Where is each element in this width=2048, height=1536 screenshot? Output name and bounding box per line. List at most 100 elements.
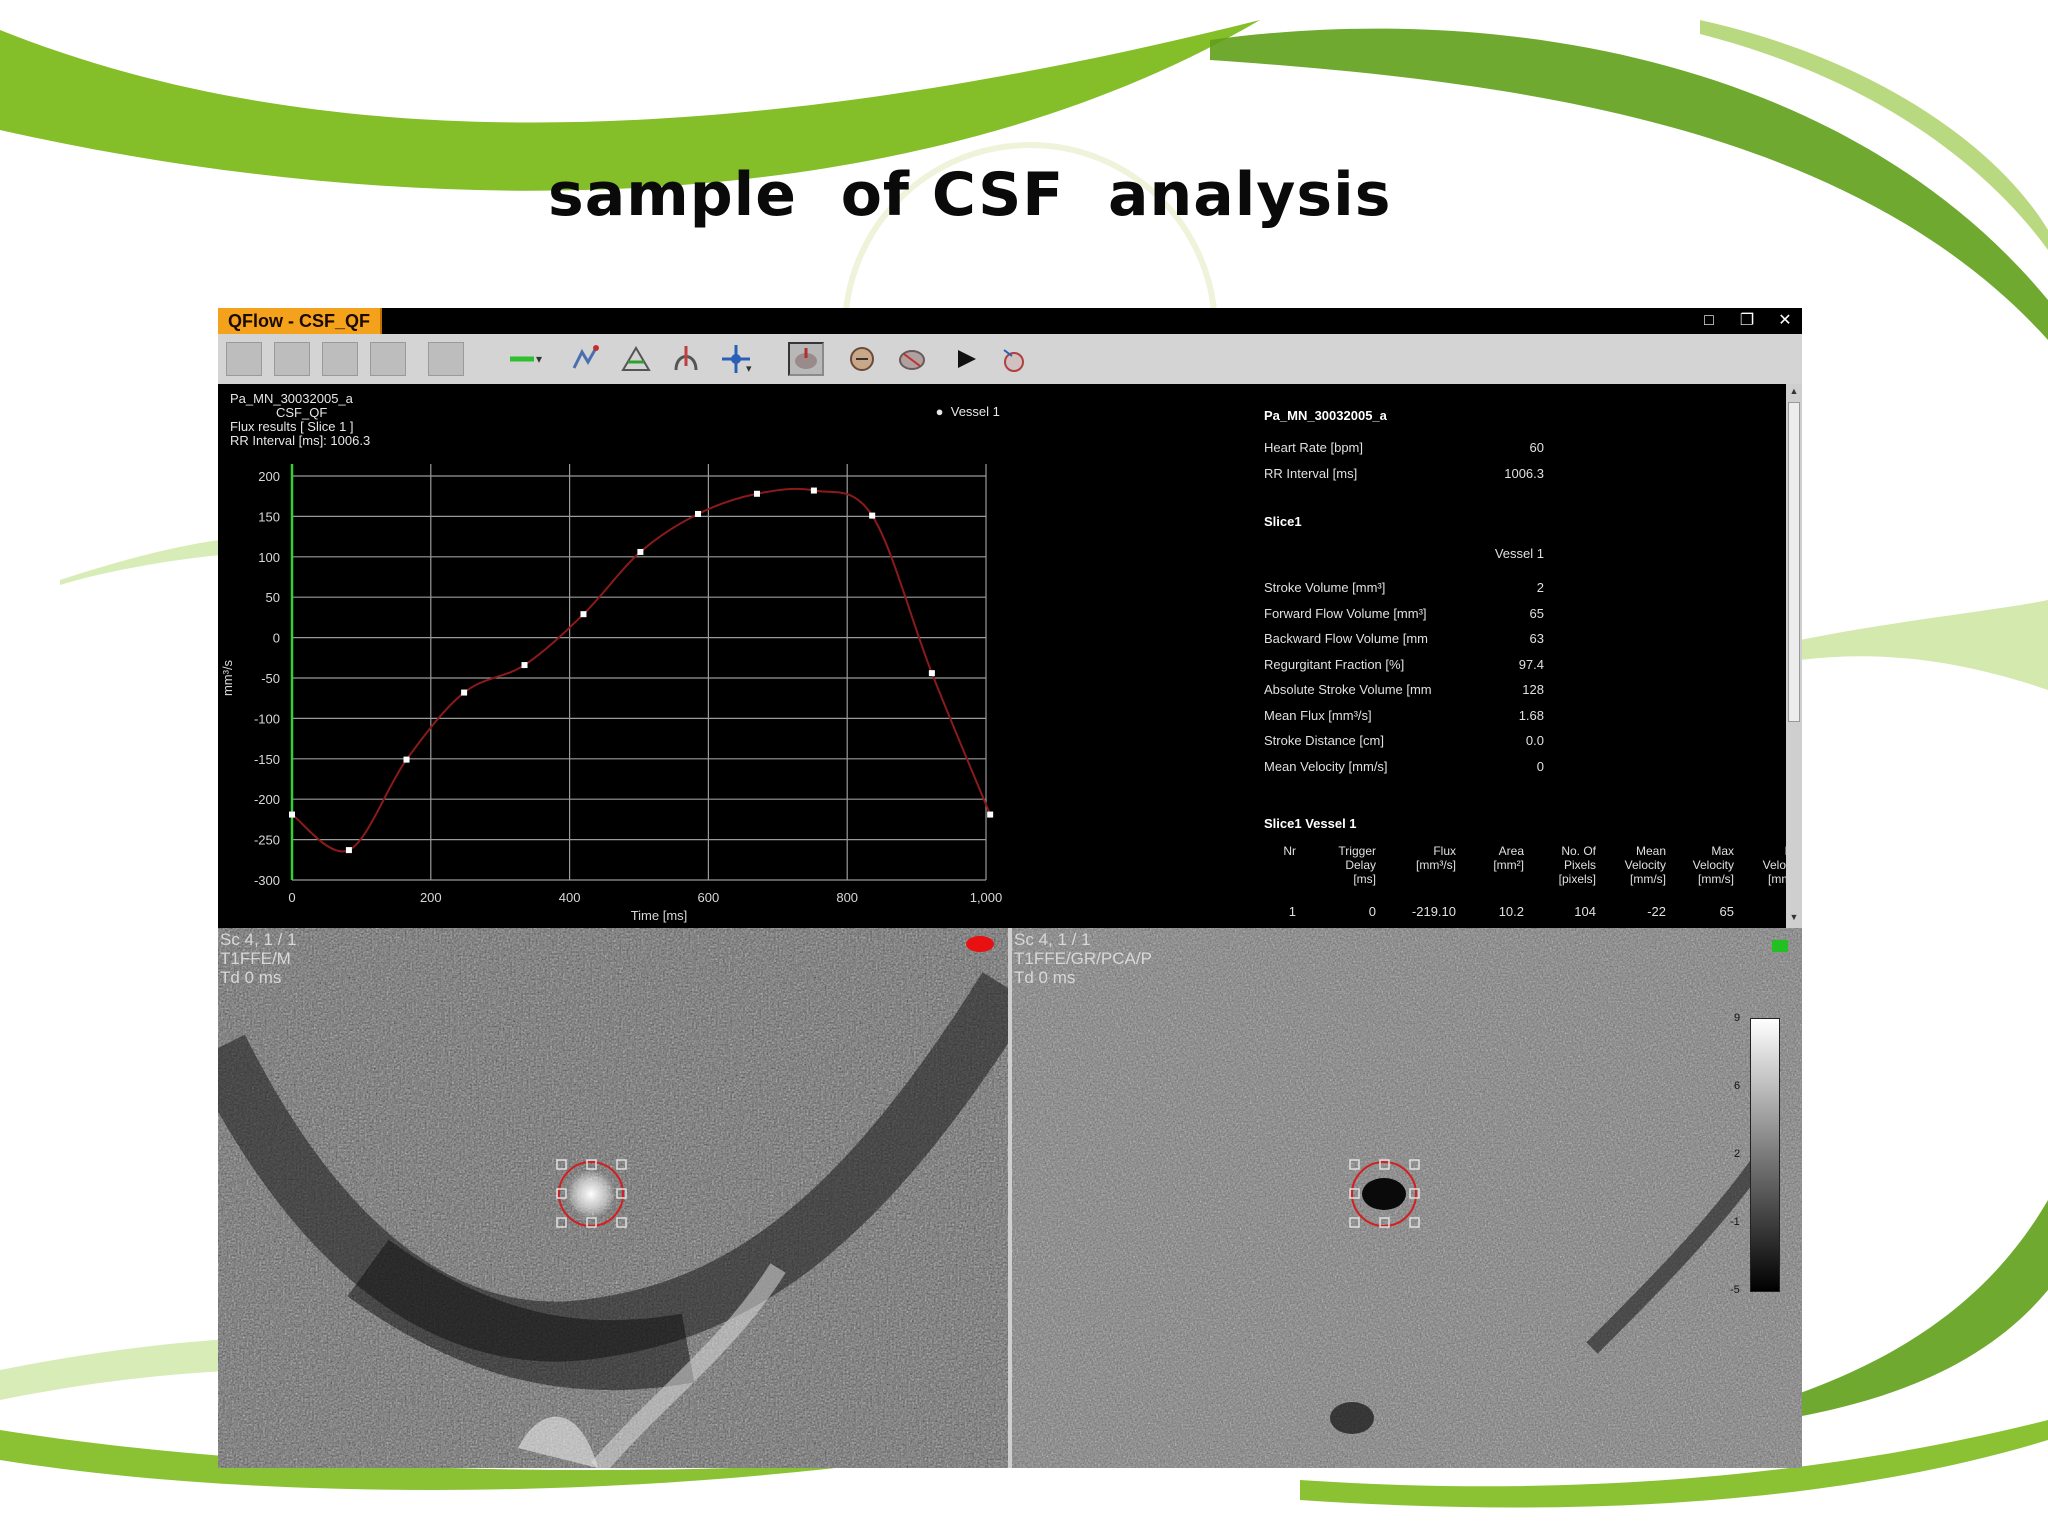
window-titlebar: QFlow - CSF_QF □ ❐ ✕ — [218, 308, 1802, 334]
scroll-down-icon[interactable]: ▼ — [1788, 912, 1800, 924]
table-header: Trigger — [1338, 844, 1376, 858]
y-tick-label: 150 — [258, 509, 280, 524]
right-image-series: Sc 4, 1 / 1 — [1014, 930, 1091, 949]
slice-heading: Slice1 — [1264, 514, 1302, 529]
result-label: Stroke Distance [cm] — [1264, 733, 1384, 748]
result-label: Forward Flow Volume [mm³] — [1264, 605, 1427, 621]
result-value: 0 — [1536, 758, 1544, 774]
result-value: 128 — [1522, 682, 1544, 697]
heart-rate-value: 60 — [1529, 440, 1544, 455]
data-point — [810, 487, 817, 494]
data-point — [403, 756, 410, 763]
export-tool-icon[interactable] — [894, 342, 930, 376]
x-tick-label: 200 — [420, 890, 442, 905]
result-value: 0.0 — [1525, 733, 1544, 748]
data-point — [637, 548, 644, 555]
colorbar-tick: 2 — [1734, 1148, 1741, 1160]
line-tool-icon[interactable]: ▾ — [508, 342, 544, 376]
analysis-tool-icon[interactable] — [788, 342, 824, 376]
toolbar-button-1[interactable] — [226, 342, 262, 376]
table-header: Max — [1711, 844, 1734, 858]
data-point — [289, 811, 295, 818]
table-header: Nr — [1283, 844, 1296, 858]
result-value: 63 — [1529, 631, 1544, 646]
phase-image-panel[interactable]: Sc 4, 1 / 1 T1FFE/GR/PCA/P Td 0 ms 9 6 2… — [1012, 928, 1802, 1468]
table-header: [mm/s] — [1698, 872, 1734, 886]
window-title: QFlow - CSF_QF — [218, 308, 382, 334]
left-image-series: Sc 4, 1 / 1 — [220, 930, 297, 949]
result-label: Mean Flux [mm³/s] — [1264, 707, 1372, 723]
toolbar-button-5[interactable] — [428, 342, 464, 376]
propagate-tool-icon[interactable] — [618, 342, 654, 376]
y-tick-label: -50 — [261, 671, 280, 686]
svg-text:▾: ▾ — [536, 352, 542, 366]
colorbar-tick: 6 — [1734, 1080, 1741, 1092]
phase-mri-image — [1012, 928, 1802, 1468]
y-tick-label: -300 — [254, 873, 280, 888]
colorbar-tick: 9 — [1734, 1012, 1741, 1024]
results-panel: Pa_MN_30032005_a Heart Rate [bpm] 60 RR … — [1218, 384, 1802, 928]
result-value: 2 — [1536, 580, 1544, 595]
qflow-window: QFlow - CSF_QF □ ❐ ✕ ▾ ▾ Pa_MN_30032005_… — [218, 308, 1802, 1468]
y-tick-label: -250 — [254, 833, 280, 848]
table-cell: -219.10 — [1411, 904, 1456, 919]
table-header: [mm/s] — [1630, 872, 1666, 886]
y-tick-label: 50 — [266, 590, 280, 605]
data-point — [345, 847, 352, 854]
table-header: Velocity — [1692, 858, 1734, 872]
toolbar-button-2[interactable] — [274, 342, 310, 376]
data-point — [928, 670, 935, 677]
play-icon[interactable] — [948, 342, 984, 376]
result-label: Regurgitant Fraction [%] — [1264, 656, 1405, 672]
colorbar-tick: -5 — [1730, 1284, 1740, 1296]
flux-chart-panel: Pa_MN_30032005_a CSF_QF Flux results [ S… — [218, 384, 1218, 928]
table-header: Velocity — [1624, 858, 1666, 872]
close-icon[interactable]: ✕ — [1774, 310, 1796, 332]
results-scrollbar[interactable]: ▲ ▼ — [1786, 384, 1802, 928]
y-tick-label: -200 — [254, 792, 280, 807]
y-axis-label: mm³/s — [220, 659, 235, 696]
x-tick-label: 1,000 — [970, 890, 1003, 905]
magnitude-image-panel[interactable]: Sc 4, 1 / 1 T1FFE/M Td 0 ms — [218, 928, 1008, 1468]
heart-rate-label: Heart Rate [bpm] — [1264, 440, 1363, 455]
result-label: Stroke Volume [mm³] — [1264, 580, 1386, 595]
minimize-icon[interactable]: □ — [1698, 310, 1720, 332]
vessel-heading: Vessel 1 — [1494, 546, 1544, 561]
move-tool-icon[interactable]: ▾ — [718, 342, 754, 376]
table-header: No. Of — [1561, 844, 1596, 858]
result-value: 1.68 — [1518, 707, 1544, 723]
table-header: [mm²] — [1493, 858, 1524, 872]
toolbar-button-3[interactable] — [322, 342, 358, 376]
data-point — [580, 611, 587, 618]
data-point — [869, 512, 876, 519]
contour-tool-icon[interactable] — [568, 342, 604, 376]
x-tick-label: 600 — [698, 890, 720, 905]
statistics-tool-icon[interactable] — [844, 342, 880, 376]
y-tick-label: -150 — [254, 752, 280, 767]
y-tick-label: -100 — [254, 711, 280, 726]
slide-title: sample of CSF analysis — [548, 160, 1392, 230]
y-tick-label: 0 — [273, 631, 280, 646]
velocity-colorbar — [1750, 1018, 1780, 1292]
x-tick-label: 0 — [288, 890, 295, 905]
colorbar-tick: -1 — [1730, 1216, 1740, 1228]
table-cell: 104 — [1574, 904, 1596, 919]
right-image-marker — [1772, 940, 1788, 952]
result-label: Backward Flow Volume [mm — [1264, 631, 1428, 646]
cine-tool-icon[interactable] — [996, 342, 1032, 376]
svg-text:▾: ▾ — [746, 363, 752, 375]
series-line — [291, 487, 992, 853]
scroll-thumb[interactable] — [1788, 402, 1800, 722]
table-header: Delay — [1345, 858, 1376, 872]
edit-contour-icon[interactable] — [668, 342, 704, 376]
left-image-sequence: T1FFE/M — [220, 949, 291, 968]
rr-interval-label: RR Interval [ms] — [1264, 466, 1358, 481]
magnitude-mri-image — [218, 928, 1008, 1468]
left-image-marker — [966, 936, 994, 952]
table-header: [pixels] — [1558, 872, 1596, 886]
scroll-up-icon[interactable]: ▲ — [1788, 386, 1800, 398]
toolbar-button-4[interactable] — [370, 342, 406, 376]
restore-icon[interactable]: ❐ — [1736, 310, 1758, 332]
toolbar: ▾ ▾ — [218, 334, 1802, 386]
result-value: 65 — [1529, 605, 1544, 621]
